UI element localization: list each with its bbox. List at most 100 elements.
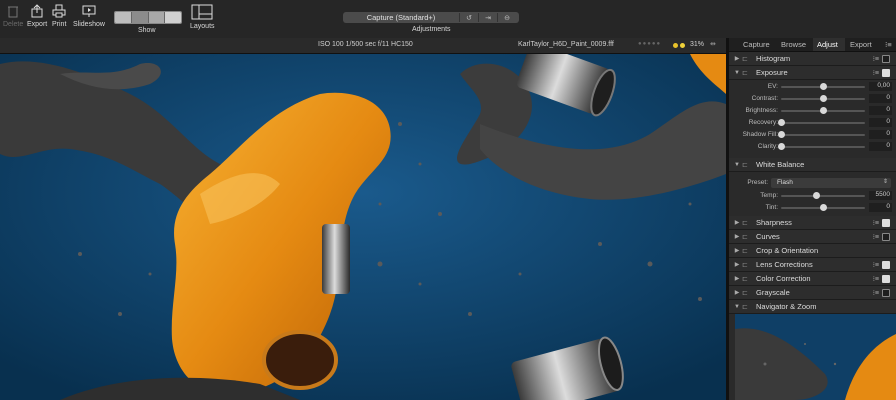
zoom-level: 31% [690, 41, 705, 48]
export-button[interactable]: Export [27, 4, 47, 28]
tool-tabs: Capture Browse Adjust Export ⁝≡ [729, 38, 896, 52]
star-rating[interactable]: ●●●●● [638, 41, 661, 47]
expand-icon[interactable]: ▶ [732, 275, 742, 282]
slider-track[interactable] [781, 146, 865, 148]
exposure-slider-row: Clarity: 0 [729, 141, 896, 153]
tool-grayscale[interactable]: ▶ ⊏ Grayscale ⁝≡ [729, 286, 896, 300]
tool-menu-icon[interactable]: ⁝≡ [873, 275, 879, 283]
tool-name: Exposure [756, 68, 788, 77]
show-option-2[interactable] [131, 12, 149, 23]
style-selector[interactable]: Capture (Standard+) ↺ ⇥ ⊖ [343, 12, 519, 23]
expand-icon[interactable]: ▶ [732, 55, 742, 62]
wb-preset-select[interactable]: Flash ⇕ [771, 178, 891, 188]
tool-icon: ⊏ [742, 275, 748, 283]
color-tag-yellow-2[interactable] [680, 43, 685, 48]
tab-adjust[interactable]: Adjust [817, 40, 838, 49]
navigator-thumbnail[interactable] [735, 314, 896, 400]
expand-icon[interactable]: ▶ [732, 247, 742, 254]
show-option-1[interactable] [115, 12, 132, 23]
expand-icon[interactable]: ▶ [732, 219, 742, 226]
slider-knob[interactable] [820, 95, 827, 102]
tool-menu-icon[interactable]: ⁝≡ [873, 289, 879, 297]
show-label: Show [138, 27, 156, 34]
show-segmented-control[interactable] [114, 11, 182, 24]
tool-icon: ⊏ [742, 233, 748, 241]
slider-value[interactable]: 0,00 [869, 82, 892, 91]
tab-browse[interactable]: Browse [781, 40, 806, 49]
tool-menu-icon[interactable]: ⁝≡ [873, 233, 879, 241]
wb-temp-track[interactable] [781, 195, 865, 197]
tool-menu-icon[interactable]: ⁝≡ [873, 69, 879, 77]
slideshow-button[interactable]: Slideshow [73, 4, 105, 28]
wb-preset-value: Flash [777, 179, 793, 186]
wb-temp-value[interactable]: 5500 [869, 191, 892, 200]
tool-icon: ⊏ [742, 161, 748, 169]
wb-temp-knob[interactable] [813, 192, 821, 199]
tool-exposure[interactable]: ▼ ⊏ Exposure ⁝≡ [729, 66, 896, 80]
tool-color-correction[interactable]: ▶ ⊏ Color Correction ⁝≡ [729, 272, 896, 286]
delete-label: Delete [3, 21, 24, 28]
tool-histogram[interactable]: ▶ ⊏ Histogram ⁝≡ [729, 52, 896, 66]
show-option-3[interactable] [148, 12, 166, 23]
tool-sharpness[interactable]: ▶ ⊏ Sharpness ⁝≡ [729, 216, 896, 230]
compare-icon[interactable]: ⇹ [710, 40, 716, 48]
expand-icon[interactable]: ▶ [732, 233, 742, 240]
tool-name: Histogram [756, 54, 791, 63]
tool-crop[interactable]: ▶ ⊏ Crop & Orientation [729, 244, 896, 258]
slider-label: Brightness: [745, 107, 778, 114]
slider-value[interactable]: 0 [869, 106, 892, 115]
copy-adjustments-icon[interactable]: ⇥ [478, 13, 497, 22]
tool-enable-checkbox[interactable] [882, 218, 890, 227]
tool-enable-checkbox[interactable] [882, 54, 890, 63]
slider-knob[interactable] [778, 143, 785, 150]
tool-enable-checkbox[interactable] [882, 260, 890, 269]
slider-value[interactable]: 0 [869, 130, 892, 139]
tool-menu-icon[interactable]: ⁝≡ [873, 219, 879, 227]
tool-menu-icon[interactable]: ⁝≡ [873, 55, 879, 63]
tab-menu-icon[interactable]: ⁝≡ [885, 40, 892, 49]
wb-tint-value[interactable]: 0 [869, 203, 892, 212]
wb-tint-row: Tint: 0 [729, 202, 896, 214]
tool-enable-checkbox[interactable] [882, 68, 890, 77]
expand-icon[interactable]: ▶ [732, 261, 742, 268]
collapse-icon[interactable]: ▼ [732, 304, 742, 310]
tool-white-balance[interactable]: ▼ ⊏ White Balance [729, 158, 896, 172]
reset-icon[interactable]: ↺ [459, 13, 478, 22]
expand-icon[interactable]: ▶ [732, 289, 742, 296]
tool-enable-checkbox[interactable] [882, 232, 890, 241]
tool-navigator[interactable]: ▼ ⊏ Navigator & Zoom [729, 300, 896, 314]
chevron-updown-icon: ⇕ [882, 179, 888, 185]
navigator-preview-image [735, 314, 896, 400]
tool-menu-icon[interactable]: ⁝≡ [873, 261, 879, 269]
tool-lens-corrections[interactable]: ▶ ⊏ Lens Corrections ⁝≡ [729, 258, 896, 272]
exposure-slider-row: Recovery: 0 [729, 117, 896, 129]
slider-knob[interactable] [778, 119, 785, 126]
wb-tint-knob[interactable] [820, 204, 827, 211]
collapse-icon[interactable]: ▼ [732, 162, 742, 168]
exposure-slider-row: Shadow Fill: 0 [729, 129, 896, 141]
delete-button[interactable]: Delete [3, 4, 23, 28]
slider-track[interactable] [781, 134, 865, 136]
slider-value[interactable]: 0 [869, 94, 892, 103]
tab-capture[interactable]: Capture [743, 40, 770, 49]
tool-curves[interactable]: ▶ ⊏ Curves ⁝≡ [729, 230, 896, 244]
image-viewer[interactable] [0, 54, 726, 400]
tool-name: Sharpness [756, 218, 792, 227]
slider-value[interactable]: 0 [869, 118, 892, 127]
tool-enable-checkbox[interactable] [882, 288, 890, 297]
layouts-button[interactable]: Layouts [190, 4, 215, 30]
collapse-icon[interactable]: ▼ [732, 70, 742, 76]
paste-adjustments-icon[interactable]: ⊖ [497, 13, 516, 22]
tool-enable-checkbox[interactable] [882, 274, 890, 283]
wb-preset-label: Preset: [747, 179, 768, 186]
tab-export[interactable]: Export [850, 40, 872, 49]
slider-knob[interactable] [820, 107, 827, 114]
slider-value[interactable]: 0 [869, 142, 892, 151]
slider-track[interactable] [781, 122, 865, 124]
slider-label: Contrast: [751, 95, 778, 102]
print-button[interactable]: Print [52, 4, 66, 28]
slider-knob[interactable] [778, 131, 785, 138]
color-tag-yellow[interactable] [673, 43, 678, 48]
show-option-4[interactable] [165, 12, 181, 23]
slider-knob[interactable] [820, 83, 827, 90]
